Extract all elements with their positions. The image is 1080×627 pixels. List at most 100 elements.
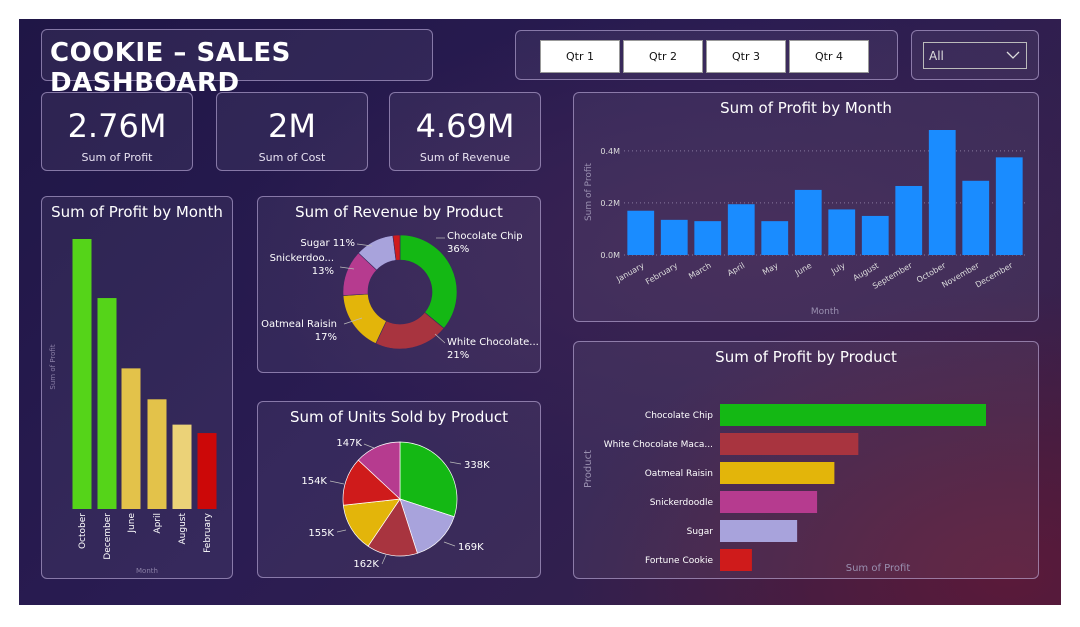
bar [147, 399, 167, 509]
filter-panel: All [911, 30, 1039, 80]
bar [172, 424, 192, 509]
bar [720, 462, 835, 484]
chevron-down-icon [1006, 51, 1020, 59]
x-tick-label: August [178, 513, 188, 545]
bar [720, 520, 798, 542]
bar [895, 185, 923, 255]
revenue-donut-chart: Chocolate Chip 36% White Chocolate... 21% Oa… [261, 231, 539, 361]
bar [197, 433, 217, 509]
kpi-revenue-label: Sum of Revenue [419, 151, 511, 164]
qtr1-button[interactable]: Qtr 1 [540, 40, 620, 73]
x-tick-label: February [644, 261, 679, 287]
leader-line [329, 480, 345, 485]
leader-line [443, 541, 456, 547]
y-tick-label: Chocolate Chip [645, 411, 713, 421]
data-label: Snickerdoo... [270, 253, 334, 264]
page-title: COOKIE – SALES DASHBOARD [50, 38, 291, 98]
data-label: Sugar 11% [300, 238, 355, 249]
x-axis-title: Sum of Profit [846, 563, 911, 574]
bar [995, 157, 1023, 255]
y-tick-label: Fortune Cookie [645, 556, 713, 566]
bar [828, 209, 856, 255]
bar [720, 549, 752, 571]
x-tick-label: July [829, 261, 847, 277]
x-tick-label: March [687, 261, 713, 281]
x-tick-label: January [614, 261, 646, 285]
kpi-profit-label: Sum of Profit [81, 151, 153, 164]
profit-month-bar-chart: 0.0M 0.2M 0.4M JanuaryFebruary March April May… [584, 130, 1026, 317]
bar [627, 210, 655, 255]
bar [72, 239, 92, 509]
data-label: 147K [336, 438, 362, 449]
profit-month-column-chart: October December June April August February Mo… [49, 239, 217, 575]
bar [720, 404, 986, 426]
chart-revenue-by-product: Sum of Revenue by Product Chocolate Chip… [257, 196, 541, 373]
x-tick-label: June [127, 513, 137, 534]
x-tick-label: February [203, 512, 213, 553]
bar [694, 221, 722, 255]
x-tick-label: December [974, 261, 1015, 290]
leader-line [336, 529, 347, 533]
x-axis-title: Month [811, 307, 839, 317]
data-label: 13% [312, 266, 334, 277]
data-label: 17% [315, 332, 337, 343]
data-label: 36% [447, 244, 469, 255]
leader-line [363, 443, 375, 449]
y-axis-title: Sum of Profit [49, 344, 57, 389]
bar [962, 180, 990, 255]
leader-line [381, 554, 387, 565]
x-tick-label: May [761, 261, 780, 277]
x-tick-label: December [103, 513, 113, 560]
bar [720, 491, 818, 513]
data-label: 169K [458, 542, 484, 553]
bar [794, 189, 822, 255]
leader-line [434, 333, 446, 344]
y-tick-label: 0.4M [600, 147, 620, 156]
chart-units-by-product: Sum of Units Sold by Product 338K 169K 162… [257, 401, 541, 578]
title-panel: COOKIE – SALES DASHBOARD [41, 29, 433, 98]
bar [761, 221, 789, 255]
filter-value: All [929, 49, 944, 63]
bar [97, 298, 117, 509]
chart-profit-by-month-top: Sum of Profit by Month 0.0M 0.2M 0.4M Janua… [573, 92, 1039, 322]
x-tick-label: April [153, 513, 163, 534]
dashboard-canvas: COOKIE – SALES DASHBOARD Qtr 1 Qtr 2 Qtr… [19, 19, 1061, 605]
kpi-card-profit: 2.76M Sum of Profit [41, 92, 193, 171]
x-tick-label: June [793, 261, 814, 278]
data-label: 162K [353, 559, 379, 570]
y-tick-label: Oatmeal Raisin [645, 469, 713, 479]
y-tick-label: Snickerdoodle [650, 498, 714, 508]
x-axis-title: Month [136, 567, 158, 575]
data-label: 154K [301, 476, 327, 487]
data-label: 21% [447, 350, 469, 361]
kpi-profit-value: 2.76M [67, 107, 167, 145]
y-axis-title: Sum of Profit [584, 163, 594, 222]
kpi-card-revenue: 4.69M Sum of Revenue [389, 92, 541, 171]
data-label: White Chocolate... [447, 337, 539, 348]
kpi-card-cost: 2M Sum of Cost [216, 92, 368, 171]
data-label: Oatmeal Raisin [261, 319, 337, 330]
qtr3-button[interactable]: Qtr 3 [706, 40, 786, 73]
bar [660, 219, 688, 255]
bar [861, 215, 889, 255]
data-label: 155K [308, 528, 334, 539]
leader-line [449, 461, 462, 465]
bar [928, 130, 956, 255]
kpi-cost-label: Sum of Cost [258, 151, 326, 164]
quarter-slicer: Qtr 1 Qtr 2 Qtr 3 Qtr 4 [515, 30, 898, 80]
profit-product-bar-chart: Chocolate Chip White Chocolate Maca... Oat… [583, 404, 986, 574]
kpi-revenue-value: 4.69M [415, 107, 515, 145]
data-label: Chocolate Chip [447, 231, 523, 242]
units-pie-chart: 338K 169K 162K 155K 154K 147K [301, 438, 490, 570]
y-tick-label: 0.0M [600, 251, 620, 260]
filter-dropdown[interactable]: All [923, 42, 1027, 69]
qtr4-button[interactable]: Qtr 4 [789, 40, 869, 73]
y-tick-label: White Chocolate Maca... [604, 440, 713, 450]
data-label: 338K [464, 460, 490, 471]
bar [727, 204, 755, 255]
kpi-cost-value: 2M [268, 107, 316, 145]
qtr2-button[interactable]: Qtr 2 [623, 40, 703, 73]
y-tick-label: 0.2M [600, 199, 620, 208]
chart-profit-by-month-left: Sum of Profit by Month October December Ju… [41, 196, 233, 579]
y-axis-title: Product [583, 450, 594, 488]
